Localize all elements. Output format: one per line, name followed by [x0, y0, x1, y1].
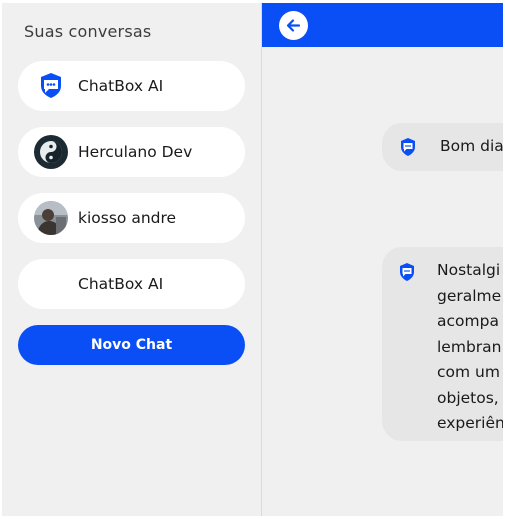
chat-panel: Bom dia Nostalgi geralme acompa lembran …	[262, 3, 503, 516]
arrow-left-icon	[286, 19, 301, 32]
conversation-item-chatbox-ai[interactable]: ChatBox AI	[18, 61, 245, 111]
message-line: lembran	[437, 337, 502, 356]
chatbot-icon	[34, 69, 68, 103]
chat-app: Suas conversas ChatBox AI Herculano Dev …	[2, 3, 503, 516]
message-text: Nostalgi geralme acompa lembran com um o…	[437, 258, 503, 437]
conversation-label: ChatBox AI	[78, 275, 164, 293]
chatbot-icon	[396, 261, 418, 283]
conversation-label: kiosso andre	[78, 209, 177, 227]
yin-yang-avatar	[34, 135, 68, 169]
message-line: experiên	[437, 414, 503, 432]
message-line: Nostalgi	[437, 261, 501, 279]
back-button[interactable]	[279, 11, 308, 40]
message-line: com um	[437, 363, 500, 381]
conversation-item-chatbox-ai-2[interactable]: ChatBox AI	[18, 259, 245, 309]
message-line: acompa	[437, 312, 499, 330]
bot-message: Nostalgi geralme acompa lembran com um o…	[382, 247, 503, 441]
chat-header	[262, 3, 503, 47]
chatbot-icon	[397, 136, 419, 158]
message-text: Bom dia	[440, 137, 503, 155]
new-chat-button[interactable]: Novo Chat	[18, 325, 245, 365]
sidebar-title: Suas conversas	[24, 22, 152, 41]
message-line: geralme	[437, 286, 502, 305]
sidebar: Suas conversas ChatBox AI Herculano Dev …	[2, 3, 262, 516]
conversation-item-herculano-dev[interactable]: Herculano Dev	[18, 127, 245, 177]
conversation-label: ChatBox AI	[78, 77, 164, 95]
user-photo-avatar	[34, 201, 68, 235]
conversation-item-kiosso-andre[interactable]: kiosso andre	[18, 193, 245, 243]
conversation-label: Herculano Dev	[78, 143, 193, 161]
message-line: objetos,	[437, 388, 499, 407]
bot-message: Bom dia	[382, 123, 503, 171]
